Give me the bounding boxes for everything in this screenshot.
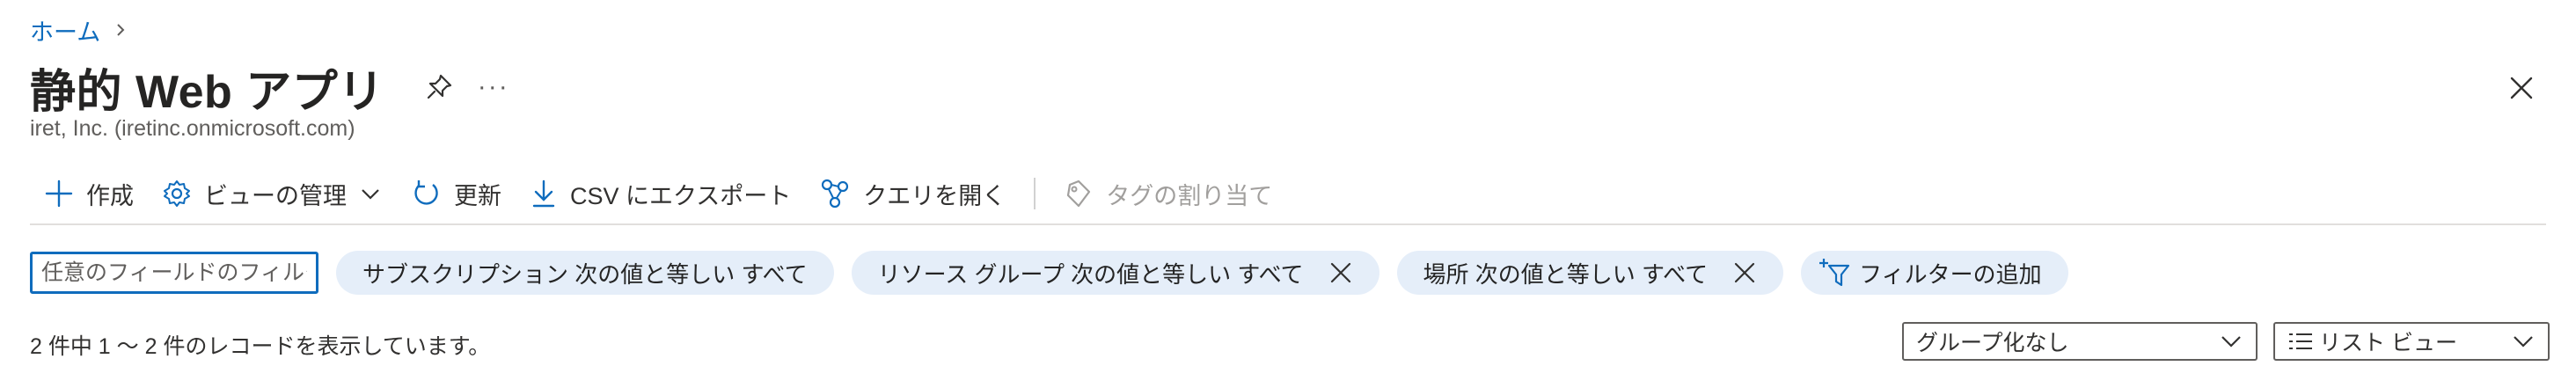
open-query-button[interactable]: クエリを開く: [805, 172, 1020, 215]
breadcrumb-home-link[interactable]: ホーム: [30, 13, 100, 48]
close-icon[interactable]: [1732, 260, 1757, 285]
location-filter-pill[interactable]: 場所 次の値と等しい すべて: [1396, 251, 1784, 295]
query-icon: [822, 179, 849, 209]
tag-icon: [1067, 179, 1091, 208]
location-filter-label: 場所 次の値と等しい すべて: [1423, 260, 1709, 288]
pin-icon[interactable]: [421, 70, 457, 105]
export-csv-label: CSV にエクスポート: [570, 182, 792, 209]
create-label: 作成: [86, 182, 134, 209]
view-mode-dropdown[interactable]: リスト ビュー: [2273, 322, 2550, 361]
grouping-dropdown-value: グループ化なし: [1916, 331, 2069, 355]
manage-view-button[interactable]: ビューの管理: [148, 172, 396, 215]
plus-icon: [45, 179, 73, 208]
resource-group-filter-pill[interactable]: リソース グループ 次の値と等しい すべて: [851, 251, 1379, 295]
assign-tags-label: タグの割り当て: [1106, 182, 1273, 209]
refresh-button[interactable]: 更新: [396, 172, 516, 215]
more-options-button[interactable]: ···: [476, 70, 511, 105]
grouping-dropdown[interactable]: グループ化なし: [1902, 322, 2258, 361]
add-filter-button[interactable]: フィルターの追加: [1801, 251, 2068, 295]
refresh-icon: [414, 180, 438, 205]
page-title: 静的 Web アプリ: [30, 66, 384, 118]
view-mode-dropdown-value: リスト ビュー: [2319, 331, 2457, 355]
close-icon[interactable]: [1328, 260, 1353, 285]
download-icon: [532, 179, 555, 208]
title-row: 静的 Web アプリ ···: [30, 56, 511, 118]
breadcrumb: ホーム: [30, 14, 128, 46]
close-icon[interactable]: [2504, 70, 2539, 106]
create-button[interactable]: 作成: [30, 172, 148, 215]
filter-bar: サブスクリプション 次の値と等しい すべて リソース グループ 次の値と等しい …: [30, 250, 2068, 296]
command-bar: 作成 ビューの管理 更新 CSV にエクスポート クエリを開く タグの割り当て: [30, 172, 1286, 215]
refresh-label: 更新: [454, 182, 501, 209]
manage-view-label: ビューの管理: [204, 182, 347, 209]
chevron-down-icon: [2514, 336, 2533, 348]
open-query-label: クエリを開く: [863, 182, 1006, 209]
filter-search-input[interactable]: [30, 252, 318, 294]
add-filter-label: フィルターの追加: [1859, 260, 2042, 288]
add-filter-icon: [1819, 259, 1850, 287]
assign-tags-button[interactable]: タグの割り当て: [1050, 172, 1286, 215]
list-view-icon: [2289, 333, 2312, 349]
subscription-filter-label: サブスクリプション 次の値と等しい すべて: [362, 260, 808, 288]
gear-icon: [164, 180, 190, 207]
export-csv-button[interactable]: CSV にエクスポート: [516, 172, 805, 215]
chevron-down-icon: [362, 189, 379, 200]
toolbar-divider-line: [30, 223, 2546, 225]
chevron-down-icon: [2221, 336, 2241, 348]
chevron-right-icon: [113, 22, 128, 38]
subscription-filter-pill[interactable]: サブスクリプション 次の値と等しい すべて: [336, 251, 834, 295]
toolbar-divider: [1034, 178, 1036, 209]
directory-subtitle: iret, Inc. (iretinc.onmicrosoft.com): [30, 116, 355, 141]
resource-group-filter-label: リソース グループ 次の値と等しい すべて: [877, 260, 1304, 288]
record-count-text: 2 件中 1 ～ 2 件のレコードを表示しています。: [30, 334, 491, 359]
